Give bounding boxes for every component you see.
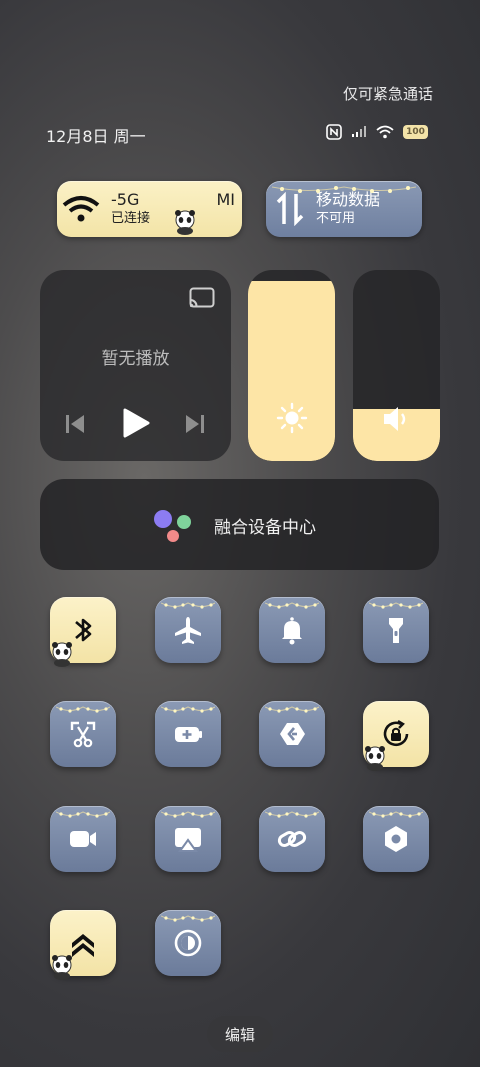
brightness-slider[interactable] bbox=[248, 270, 335, 461]
edit-button[interactable]: 编辑 bbox=[207, 1016, 273, 1052]
airplane-tile[interactable] bbox=[155, 597, 221, 663]
cast-icon[interactable] bbox=[189, 287, 215, 309]
string-lights-icon bbox=[265, 811, 319, 818]
string-lights-icon bbox=[161, 915, 215, 922]
screen-record-icon bbox=[70, 831, 96, 847]
battery-saver-tile[interactable] bbox=[155, 701, 221, 767]
volume-slider[interactable] bbox=[353, 270, 440, 461]
bell-tile[interactable] bbox=[259, 597, 325, 663]
screenshot-scissors-tile[interactable] bbox=[50, 701, 116, 767]
fusion-device-center[interactable]: 融合设备中心 bbox=[40, 479, 439, 570]
screenshot-scissors-icon bbox=[70, 721, 96, 748]
bell-icon bbox=[282, 617, 302, 645]
string-lights-icon bbox=[161, 811, 215, 818]
string-lights-icon bbox=[272, 186, 416, 193]
nfc-icon bbox=[326, 124, 342, 140]
sun-icon bbox=[276, 402, 308, 434]
battery-saver-icon bbox=[175, 727, 202, 742]
wifi-network-name: -5G MI bbox=[111, 190, 235, 209]
brightness-fill bbox=[248, 281, 335, 461]
wifi-status-icon bbox=[376, 125, 394, 139]
link-icon bbox=[277, 831, 307, 847]
string-lights-icon bbox=[56, 811, 110, 818]
rotation-lock-tile[interactable] bbox=[363, 701, 429, 771]
status-icons: 100 bbox=[326, 124, 428, 140]
data-arrows-icon bbox=[276, 192, 304, 226]
string-lights-icon bbox=[161, 602, 215, 609]
mobile-data-status: 不可用 bbox=[316, 211, 356, 226]
nfc-share-tile[interactable] bbox=[259, 701, 325, 767]
string-lights-icon bbox=[369, 602, 423, 609]
dark-mode-icon bbox=[174, 929, 202, 957]
dark-mode-tile[interactable] bbox=[155, 910, 221, 976]
string-lights-icon bbox=[161, 706, 215, 713]
performance-mode-tile[interactable] bbox=[50, 910, 116, 980]
fusion-device-center-label: 融合设备中心 bbox=[214, 518, 316, 538]
string-lights-icon bbox=[265, 706, 319, 713]
string-lights-icon bbox=[369, 811, 423, 818]
wifi-icon bbox=[62, 196, 100, 222]
fusion-dots-icon bbox=[154, 510, 191, 542]
screen-record-tile[interactable] bbox=[50, 806, 116, 872]
emergency-call-only-text: 仅可紧急通话 bbox=[342, 85, 433, 103]
previous-track-icon[interactable] bbox=[64, 413, 86, 435]
screen-cast-icon bbox=[175, 828, 201, 852]
bluetooth-tile[interactable] bbox=[50, 597, 116, 667]
flashlight-icon bbox=[389, 618, 403, 643]
panda-sticker-icon bbox=[52, 955, 72, 980]
panda-sticker-icon bbox=[365, 746, 385, 771]
screen-cast-tile[interactable] bbox=[155, 806, 221, 872]
wifi-toggle[interactable]: -5G MI 已连接 bbox=[57, 181, 242, 237]
battery-icon: 100 bbox=[403, 125, 428, 139]
date-text: 12月8日 周一 bbox=[46, 127, 146, 146]
link-tile[interactable] bbox=[259, 806, 325, 872]
media-title: 暂无播放 bbox=[101, 349, 170, 369]
panda-sticker-icon bbox=[175, 210, 195, 235]
flashlight-tile[interactable] bbox=[363, 597, 429, 663]
string-lights-icon bbox=[265, 602, 319, 609]
settings-hex-tile[interactable] bbox=[363, 806, 429, 872]
mobile-data-toggle[interactable]: 移动数据 不可用 bbox=[266, 181, 422, 237]
settings-hex-icon bbox=[385, 826, 407, 852]
media-player-card[interactable]: 暂无播放 bbox=[40, 270, 231, 461]
panda-sticker-icon bbox=[52, 642, 72, 667]
speaker-icon bbox=[384, 407, 406, 431]
airplane-icon bbox=[175, 617, 201, 644]
signal-icon bbox=[352, 126, 366, 137]
nfc-share-icon bbox=[280, 723, 305, 745]
next-track-icon[interactable] bbox=[184, 413, 206, 435]
string-lights-icon bbox=[56, 706, 110, 713]
play-icon[interactable] bbox=[122, 408, 150, 438]
